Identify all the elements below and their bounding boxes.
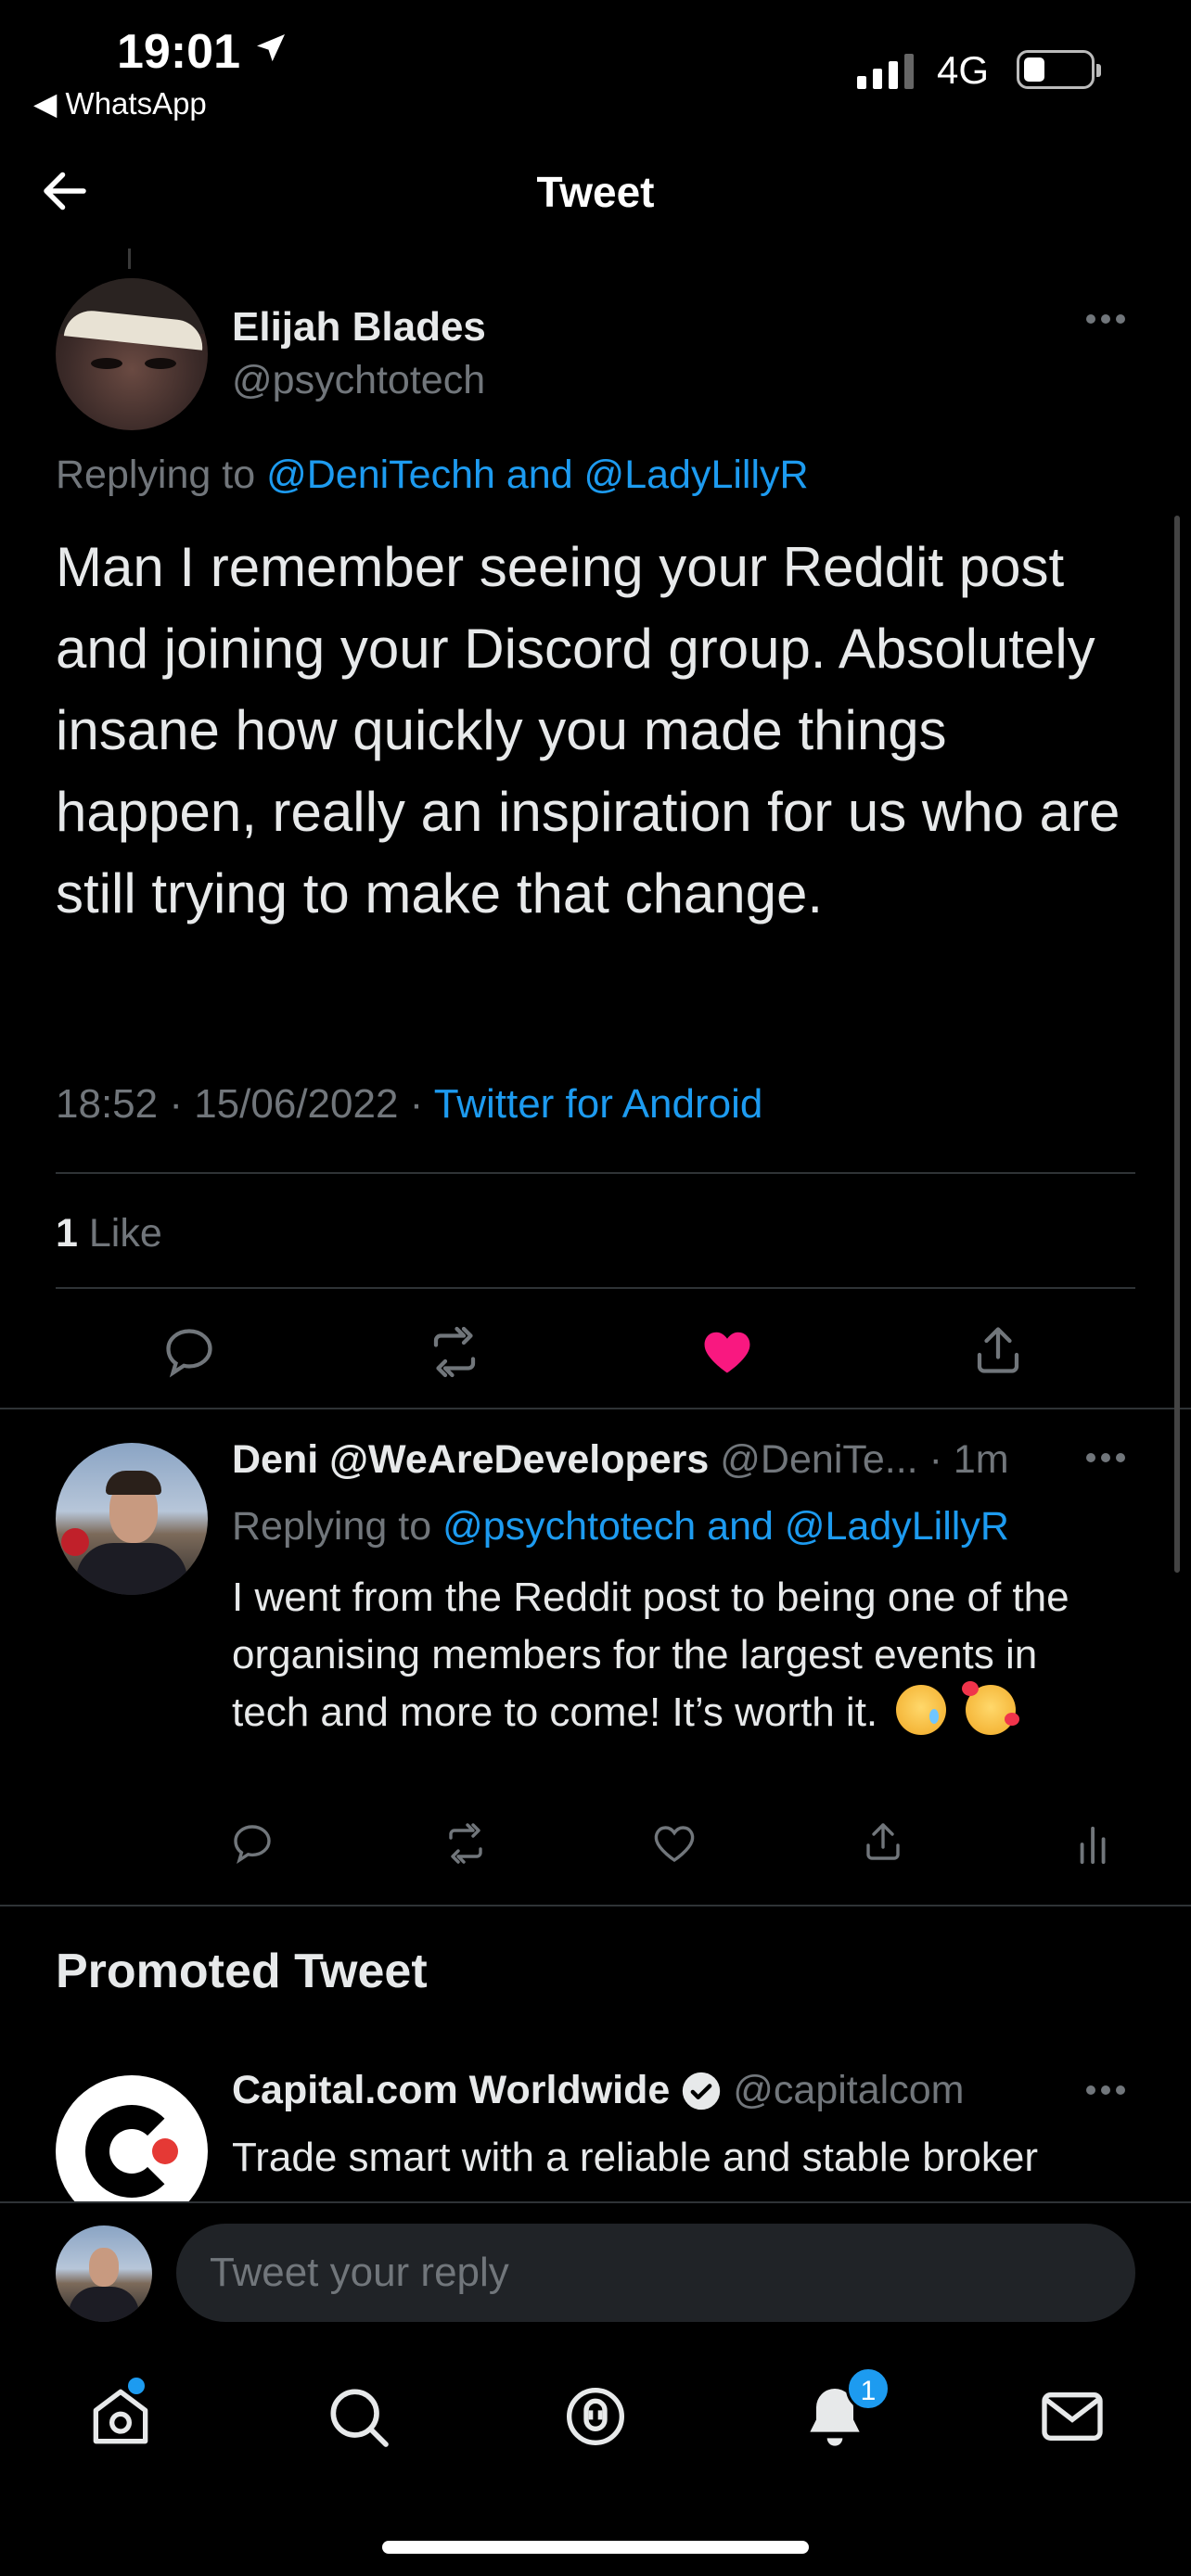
likes-count: 1 <box>56 1211 78 1256</box>
likes-label: Like <box>88 1211 162 1256</box>
signal-icon <box>857 54 914 89</box>
divider <box>56 1172 1135 1174</box>
thread-connector <box>128 249 131 269</box>
notifications-badge: 1 <box>846 2366 890 2411</box>
reply-input[interactable] <box>176 2224 1135 2322</box>
tweet-timestamp: 18:52 · 15/06/2022 · <box>56 1081 424 1127</box>
share-icon[interactable] <box>861 1819 905 1864</box>
reply-author-line: Deni @WeAreDevelopers @DeniTe... · 1m <box>232 1437 1009 1483</box>
tweet-meta: 18:52 · 15/06/2022 · Twitter for Android <box>56 1081 762 1128</box>
promo-tweet-text: Trade smart with a reliable and stable b… <box>232 2135 1038 2180</box>
more-options-icon[interactable] <box>1085 1452 1126 1463</box>
tweet-source-link[interactable]: Twitter for Android <box>434 1081 763 1127</box>
replying-to: Replying to @DeniTechh and @LadyLillyR <box>56 453 809 498</box>
crying-face-emoji-icon <box>896 1685 947 1735</box>
reply-icon[interactable] <box>161 1324 217 1380</box>
retweet-icon[interactable] <box>442 1821 490 1866</box>
reply-author-name[interactable]: Deni @WeAreDevelopers <box>232 1437 709 1482</box>
promo-author-name[interactable]: Capital.com Worldwide <box>232 2068 670 2113</box>
page-title: Tweet <box>536 168 655 216</box>
reply-tweet-text: I went from the Reddit post to being one… <box>232 1569 1113 1741</box>
likes-count-link[interactable]: 1 Like <box>56 1211 162 1256</box>
tweet-text: Man I remember seeing your Reddit post a… <box>56 536 1121 925</box>
more-options-icon[interactable] <box>1085 2085 1126 2096</box>
battery-icon <box>1017 50 1101 89</box>
notifications-bell-icon[interactable]: 1 <box>798 2366 890 2454</box>
avatar[interactable] <box>56 1443 208 1595</box>
home-unread-dot <box>128 2378 145 2394</box>
location-arrow-icon <box>252 30 289 67</box>
promo-handle[interactable]: @capitalcom <box>733 2068 964 2113</box>
divider <box>0 1408 1191 1409</box>
network-type: 4G <box>937 48 990 92</box>
scrollbar[interactable] <box>1174 516 1180 1573</box>
analytics-icon[interactable] <box>1076 1823 1113 1866</box>
back-to-app-link[interactable]: ◀ WhatsApp <box>33 85 207 121</box>
replying-prefix: Replying to <box>232 1504 432 1549</box>
promoted-section-title: Promoted Tweet <box>56 1945 428 1998</box>
author-name[interactable]: Elijah Blades <box>232 304 486 351</box>
share-icon[interactable] <box>970 1322 1026 1378</box>
avatar <box>56 2225 152 2322</box>
replying-to-links[interactable]: @DeniTechh and @LadyLillyR <box>266 453 809 497</box>
divider <box>56 1287 1135 1289</box>
retweet-icon[interactable] <box>425 1324 484 1380</box>
avatar[interactable] <box>56 278 208 430</box>
status-time: 19:01 <box>117 25 240 79</box>
replying-prefix: Replying to <box>56 453 256 497</box>
tab-bar <box>0 2331 1191 2576</box>
liked-heart-icon[interactable] <box>698 1324 757 1380</box>
replying-to-links[interactable]: @psychtotech and @LadyLillyR <box>442 1504 1009 1549</box>
messages-envelope-icon[interactable] <box>1035 2379 1109 2454</box>
verified-badge-icon <box>681 2071 722 2111</box>
promo-author-line: Capital.com Worldwide @capitalcom <box>232 2068 964 2113</box>
home-indicator[interactable] <box>382 2541 809 2554</box>
replying-to: Replying to @psychtotech and @LadyLillyR <box>232 1504 1009 1549</box>
spaces-icon[interactable] <box>558 2379 633 2454</box>
reply-icon[interactable] <box>230 1821 275 1866</box>
home-icon[interactable] <box>83 2378 158 2454</box>
smiling-face-hearts-emoji-icon <box>961 1681 1019 1735</box>
divider <box>0 1905 1191 1906</box>
more-options-icon[interactable] <box>1085 313 1126 325</box>
like-icon[interactable] <box>651 1821 698 1866</box>
search-icon[interactable] <box>321 2379 395 2454</box>
reply-handle-time[interactable]: @DeniTe... · 1m <box>720 1437 1008 1482</box>
author-handle[interactable]: @psychtotech <box>232 358 485 403</box>
